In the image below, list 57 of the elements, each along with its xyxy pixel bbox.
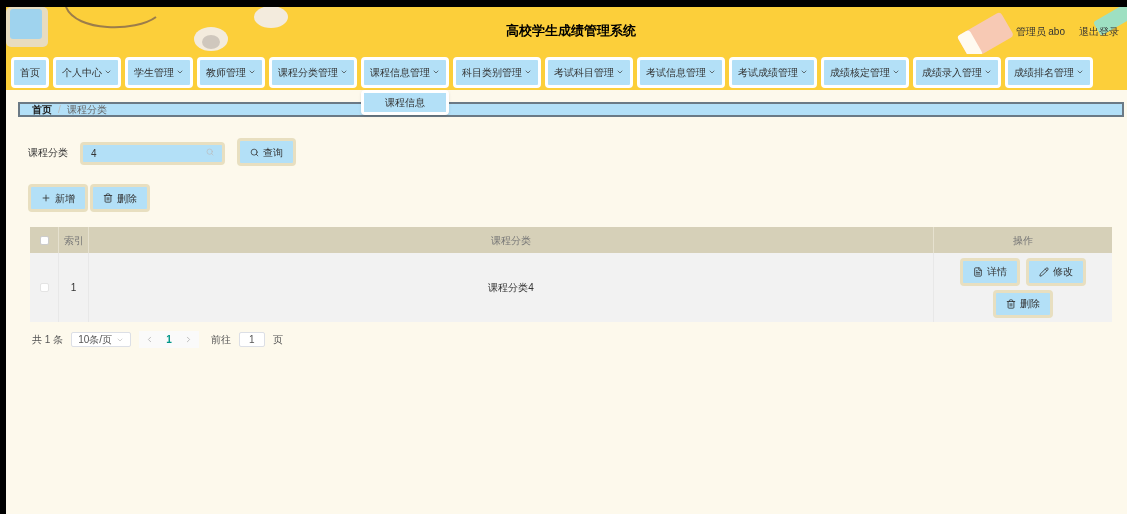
pencil-icon xyxy=(1039,266,1049,277)
user-name: 管理员 abo xyxy=(1015,25,1065,39)
caret-icon xyxy=(800,68,808,76)
nav-menu-item[interactable]: 考试信息管理 xyxy=(637,56,725,88)
search-icon xyxy=(206,147,214,156)
caret-icon xyxy=(892,68,900,76)
caret-icon xyxy=(708,68,716,76)
nav-menu-item[interactable]: 考试成绩管理 xyxy=(729,56,817,88)
trash-icon xyxy=(1006,298,1016,309)
delete-button[interactable]: 删除 xyxy=(90,184,150,212)
select-all-checkbox[interactable] xyxy=(39,235,49,245)
document-icon xyxy=(973,266,983,277)
total-count: 共 1 条 xyxy=(32,333,64,347)
nav-menu-item[interactable]: 成绩录入管理 xyxy=(913,56,1001,88)
trash-icon xyxy=(103,193,113,203)
breadcrumb-item: 课程分类 xyxy=(66,103,107,117)
add-button[interactable]: 新增 xyxy=(28,184,88,212)
dropdown-item[interactable]: 课程信息 xyxy=(364,92,446,112)
table-cell: 1 xyxy=(59,253,89,322)
nav-menu-item[interactable]: 成绩核定管理 xyxy=(821,56,909,88)
caret-icon xyxy=(1076,68,1084,76)
caret-icon xyxy=(104,68,112,76)
breadcrumb-separator: / xyxy=(58,103,61,117)
search-label: 课程分类 xyxy=(28,145,68,160)
edit-button[interactable]: 修改 xyxy=(1026,257,1086,286)
delete-button[interactable]: 删除 xyxy=(993,289,1053,318)
caret-icon xyxy=(616,68,624,76)
caret-icon xyxy=(524,68,532,76)
nav-menu-item[interactable]: 成绩排名管理 xyxy=(1005,56,1093,88)
caret-icon xyxy=(176,68,184,76)
nav-menu-item[interactable]: 科目类别管理 xyxy=(453,56,541,88)
nav-menu-item[interactable]: 学生管理 xyxy=(125,56,193,88)
nav-menu-item[interactable]: 个人中心 xyxy=(53,56,121,88)
search-icon xyxy=(250,147,259,157)
nav-menu-item[interactable]: 考试科目管理 xyxy=(545,56,633,88)
page-unit: 页 xyxy=(272,333,283,347)
caret-icon xyxy=(340,68,348,76)
nav-menu-item[interactable]: 教师管理 xyxy=(197,56,265,88)
table-cell: 课程分类4 xyxy=(89,253,934,322)
nav-menu-item[interactable]: 课程分类管理 xyxy=(269,56,357,88)
details-button[interactable]: 详情 xyxy=(960,257,1020,286)
page-size-select[interactable]: 10条/页 xyxy=(71,332,132,347)
app-title: 高校学生成绩管理系统 xyxy=(506,21,636,40)
caret-icon xyxy=(248,68,256,76)
page-number[interactable]: 1 xyxy=(166,332,172,347)
goto-page-field[interactable]: 1 xyxy=(238,332,265,347)
query-button[interactable]: 查询 xyxy=(237,138,296,166)
search-field[interactable]: 4 xyxy=(80,141,225,165)
breadcrumb-item[interactable]: 首页 xyxy=(32,102,52,117)
row-checkbox[interactable] xyxy=(39,283,49,292)
caret-icon xyxy=(432,68,440,76)
caret-icon xyxy=(984,68,992,76)
plus-icon xyxy=(41,193,51,203)
goto-label: 前往 xyxy=(210,333,231,347)
nav-menu-item[interactable]: 首页 xyxy=(11,56,49,88)
nav-menu-item[interactable]: 课程信息管理 xyxy=(361,56,449,88)
column-header: 操作 xyxy=(1012,233,1034,248)
